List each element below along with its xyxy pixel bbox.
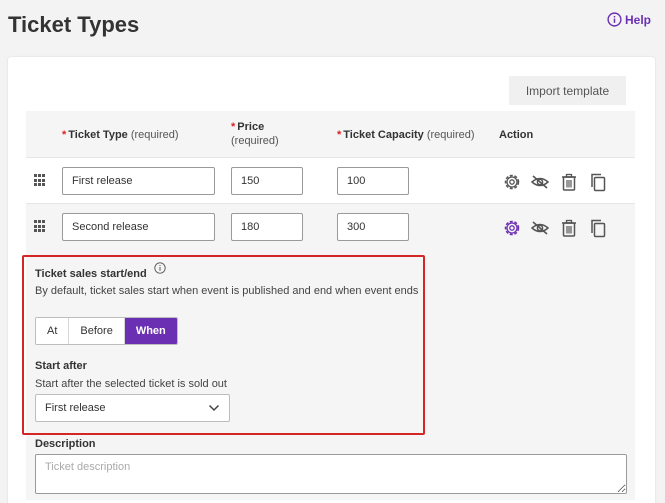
required-note: (required) (231, 135, 279, 147)
eye-off-icon[interactable] (530, 218, 550, 238)
required-note: (required) (130, 129, 179, 141)
column-label: Ticket Type (68, 129, 128, 141)
start-after-label: Start after (35, 360, 87, 372)
start-after-help: Start after the selected ticket is sold … (35, 378, 227, 390)
capacity-input[interactable] (337, 167, 409, 195)
price-input[interactable] (231, 213, 303, 241)
trash-icon[interactable] (559, 172, 579, 192)
help-link[interactable]: Help (607, 12, 651, 27)
ticket-types-card: Import template * Ticket Type (required) … (8, 57, 655, 503)
ticket-type-input[interactable] (62, 213, 215, 241)
price-input[interactable] (231, 167, 303, 195)
sales-mode-toggle: At Before When (35, 317, 178, 345)
drag-handle-icon[interactable] (34, 220, 45, 233)
page-title: Ticket Types (8, 12, 140, 37)
ticket-types-table: * Ticket Type (required) * Price (required)… (22, 111, 635, 500)
drag-handle-icon[interactable] (34, 174, 45, 187)
ticket-sales-label: Ticket sales start/end (35, 268, 147, 280)
chevron-down-icon (208, 404, 220, 412)
table-row (26, 158, 635, 204)
ticket-type-input[interactable] (62, 167, 215, 195)
capacity-input[interactable] (337, 213, 409, 241)
column-header-ticket-type: * Ticket Type (required) (62, 128, 179, 142)
info-circle-icon (607, 12, 622, 27)
info-icon[interactable] (154, 262, 166, 274)
start-after-value: First release (45, 402, 106, 414)
column-label: Ticket Capacity (343, 129, 424, 141)
column-header-price: * Price (required) (231, 120, 279, 148)
required-star: * (62, 129, 67, 141)
mode-before-button[interactable]: Before (69, 318, 125, 344)
ticket-sales-help: By default, ticket sales start when even… (35, 285, 419, 297)
table-row (26, 204, 635, 250)
ticket-settings-panel: Ticket sales start/end By default, ticke… (22, 250, 635, 500)
copy-icon[interactable] (588, 172, 608, 192)
mode-at-button[interactable]: At (36, 318, 70, 344)
description-label: Description (35, 438, 96, 450)
required-note: (required) (426, 129, 475, 141)
required-star: * (231, 121, 236, 133)
column-label: Price (237, 121, 265, 133)
start-after-select[interactable]: First release (35, 394, 230, 422)
eye-off-icon[interactable] (530, 172, 550, 192)
gear-icon[interactable] (502, 218, 522, 238)
table-header: * Ticket Type (required) * Price (required)… (26, 111, 635, 158)
column-header-ticket-capacity: * Ticket Capacity (required) (337, 128, 475, 142)
import-template-button[interactable]: Import template (509, 76, 626, 105)
trash-icon[interactable] (559, 218, 579, 238)
required-star: * (337, 129, 342, 141)
copy-icon[interactable] (588, 218, 608, 238)
help-label: Help (624, 12, 651, 27)
gear-icon[interactable] (502, 172, 522, 192)
mode-when-button[interactable]: When (124, 318, 177, 344)
column-header-action: Action (499, 129, 534, 141)
description-textarea[interactable] (35, 454, 627, 494)
